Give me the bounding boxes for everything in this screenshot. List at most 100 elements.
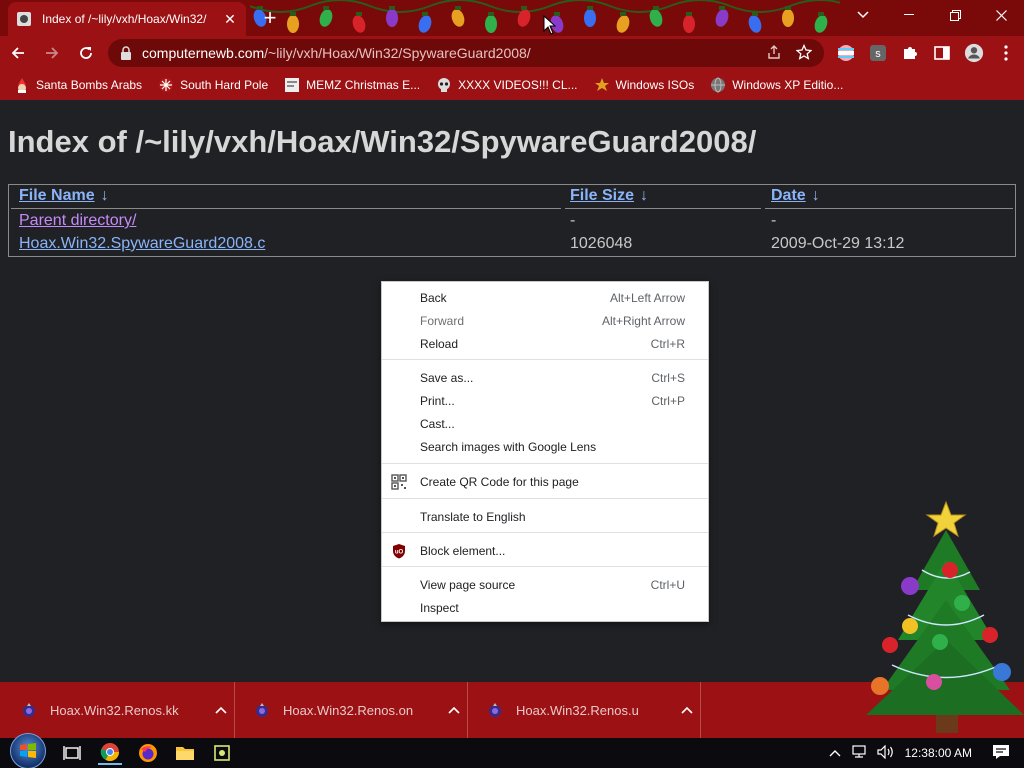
bookmark-item[interactable]: Windows XP Editio... xyxy=(710,77,843,93)
network-icon[interactable] xyxy=(851,744,869,762)
side-panel-icon[interactable] xyxy=(932,43,952,63)
volume-icon[interactable] xyxy=(877,744,895,762)
chevron-up-icon[interactable] xyxy=(441,706,467,714)
column-header-file-size[interactable]: File Size ↓ xyxy=(570,187,648,205)
snowflake-icon xyxy=(158,77,174,93)
bookmark-star-icon[interactable] xyxy=(795,43,813,63)
menu-shortcut: Ctrl+U xyxy=(650,578,685,592)
file-explorer-icon[interactable] xyxy=(173,741,197,765)
minimize-button[interactable] xyxy=(886,0,932,30)
file-link[interactable]: Hoax.Win32.SpywareGuard2008.c xyxy=(19,235,265,253)
download-item[interactable]: Hoax.Win32.Renos.kk xyxy=(2,682,235,738)
download-item[interactable]: Hoax.Win32.Renos.u xyxy=(468,682,701,738)
menu-item-reload[interactable]: Reload Ctrl+R xyxy=(382,333,708,355)
column-header-label: Date xyxy=(771,187,806,204)
menu-item-back[interactable]: Back Alt+Left Arrow xyxy=(382,287,708,309)
notifications-icon[interactable] xyxy=(992,744,1010,763)
lock-icon[interactable] xyxy=(120,46,134,60)
address-bar[interactable]: computernewb.com/~lily/vxh/Hoax/Win32/Sp… xyxy=(108,39,824,67)
menu-item-qr-code[interactable]: Create QR Code for this page xyxy=(382,471,708,493)
system-tray: 12:38:00 AM xyxy=(829,738,1024,768)
tab-strip: Index of /~lily/vxh/Hoax/Win32/ ✕ + xyxy=(0,0,1024,36)
app-icon[interactable] xyxy=(210,741,234,765)
column-header-label: File Size xyxy=(570,187,635,204)
column-header-file-name[interactable]: File Name ↓ xyxy=(19,187,109,205)
header-divider xyxy=(765,208,1013,209)
menu-item-forward[interactable]: Forward Alt+Right Arrow xyxy=(382,310,708,332)
tab-title: Index of /~lily/vxh/Hoax/Win32/ xyxy=(42,12,207,26)
executable-file-icon xyxy=(20,701,38,719)
bookmark-item[interactable]: Santa Bombs Arabs xyxy=(14,77,142,93)
tab-active[interactable]: Index of /~lily/vxh/Hoax/Win32/ ✕ xyxy=(8,2,246,36)
menu-kebab-icon[interactable] xyxy=(996,43,1016,63)
tab-close-icon[interactable]: ✕ xyxy=(222,11,238,27)
globe-icon xyxy=(710,77,726,93)
back-button[interactable] xyxy=(2,37,34,69)
share-icon[interactable] xyxy=(766,44,782,63)
menu-item-print[interactable]: Print... Ctrl+P xyxy=(382,390,708,412)
bookmark-label: Santa Bombs Arabs xyxy=(36,78,143,92)
tab-search-chevron-icon[interactable] xyxy=(840,0,886,30)
start-button[interactable] xyxy=(10,733,46,768)
menu-label: View page source xyxy=(420,578,516,592)
profile-avatar-icon[interactable] xyxy=(964,43,984,63)
menu-item-google-lens[interactable]: Search images with Google Lens xyxy=(382,436,708,458)
menu-item-save-as[interactable]: Save as... Ctrl+S xyxy=(382,367,708,389)
menu-shortcut: Alt+Right Arrow xyxy=(601,314,685,328)
qr-code-icon xyxy=(391,474,407,490)
close-window-button[interactable] xyxy=(978,0,1024,30)
download-item[interactable]: Hoax.Win32.Renos.on xyxy=(235,682,468,738)
light-bulb xyxy=(782,9,794,27)
bookmark-item[interactable]: South Hard Pole xyxy=(158,77,268,93)
new-tab-button[interactable]: + xyxy=(258,6,282,30)
menu-item-inspect[interactable]: Inspect xyxy=(382,597,708,619)
menu-label: Reload xyxy=(420,337,459,351)
header-divider xyxy=(565,208,761,209)
menu-label: Print... xyxy=(420,394,455,408)
light-bulb xyxy=(352,15,366,33)
screen: Index of /~lily/vxh/Hoax/Win32/ ✕ + comp… xyxy=(0,0,1024,768)
file-link-parent[interactable]: Parent directory/ xyxy=(19,212,136,230)
flag-extension-icon[interactable] xyxy=(836,43,856,63)
light-bulb-socket xyxy=(752,12,758,16)
light-bulb xyxy=(418,15,432,33)
chrome-icon[interactable] xyxy=(98,741,122,765)
svg-text:s: s xyxy=(875,48,881,60)
chevron-up-icon[interactable] xyxy=(674,706,700,714)
sort-arrow-icon: ↓ xyxy=(640,187,649,204)
menu-item-cast[interactable]: Cast... xyxy=(382,413,708,435)
clock[interactable]: 12:38:00 AM xyxy=(905,746,972,760)
bookmark-label: MEMZ Christmas E... xyxy=(306,78,421,92)
svg-text:uO: uO xyxy=(395,550,404,556)
light-bulb-socket xyxy=(356,12,362,16)
menu-item-block-element[interactable]: uO Block element... xyxy=(382,540,708,562)
menu-label: Translate to English xyxy=(420,510,526,524)
menu-item-translate[interactable]: Translate to English xyxy=(382,506,708,528)
menu-shortcut: Ctrl+R xyxy=(650,337,685,351)
ublock-icon: uO xyxy=(391,543,407,559)
bookmark-item[interactable]: MEMZ Christmas E... xyxy=(284,77,420,93)
header-divider xyxy=(11,208,561,209)
firefox-icon[interactable] xyxy=(136,741,160,765)
reload-button[interactable] xyxy=(70,37,102,69)
light-bulb-socket xyxy=(290,12,296,16)
extensions-puzzle-icon[interactable] xyxy=(900,43,920,63)
forward-button[interactable] xyxy=(36,37,68,69)
chevron-up-tray-icon[interactable] xyxy=(829,746,841,760)
task-view-icon[interactable] xyxy=(60,741,84,765)
light-bulb-socket xyxy=(455,6,461,10)
extension-s-icon[interactable]: s xyxy=(868,43,888,63)
restore-button[interactable] xyxy=(932,0,978,30)
menu-shortcut: Ctrl+P xyxy=(651,394,685,408)
light-bulb xyxy=(451,9,465,27)
skull-icon xyxy=(436,77,452,93)
bookmark-item[interactable]: XXXX VIDEOS!!! CL... xyxy=(436,77,578,93)
column-header-date[interactable]: Date ↓ xyxy=(771,187,820,205)
menu-item-view-source[interactable]: View page source Ctrl+U xyxy=(382,574,708,596)
bookmark-item[interactable]: Windows ISOs xyxy=(594,77,694,93)
mouse-cursor-icon xyxy=(543,15,557,35)
context-menu: Back Alt+Left Arrow Forward Alt+Right Arro… xyxy=(381,281,709,622)
menu-label: Cast... xyxy=(420,417,455,431)
chevron-up-icon[interactable] xyxy=(208,706,234,714)
menu-separator xyxy=(382,359,708,360)
